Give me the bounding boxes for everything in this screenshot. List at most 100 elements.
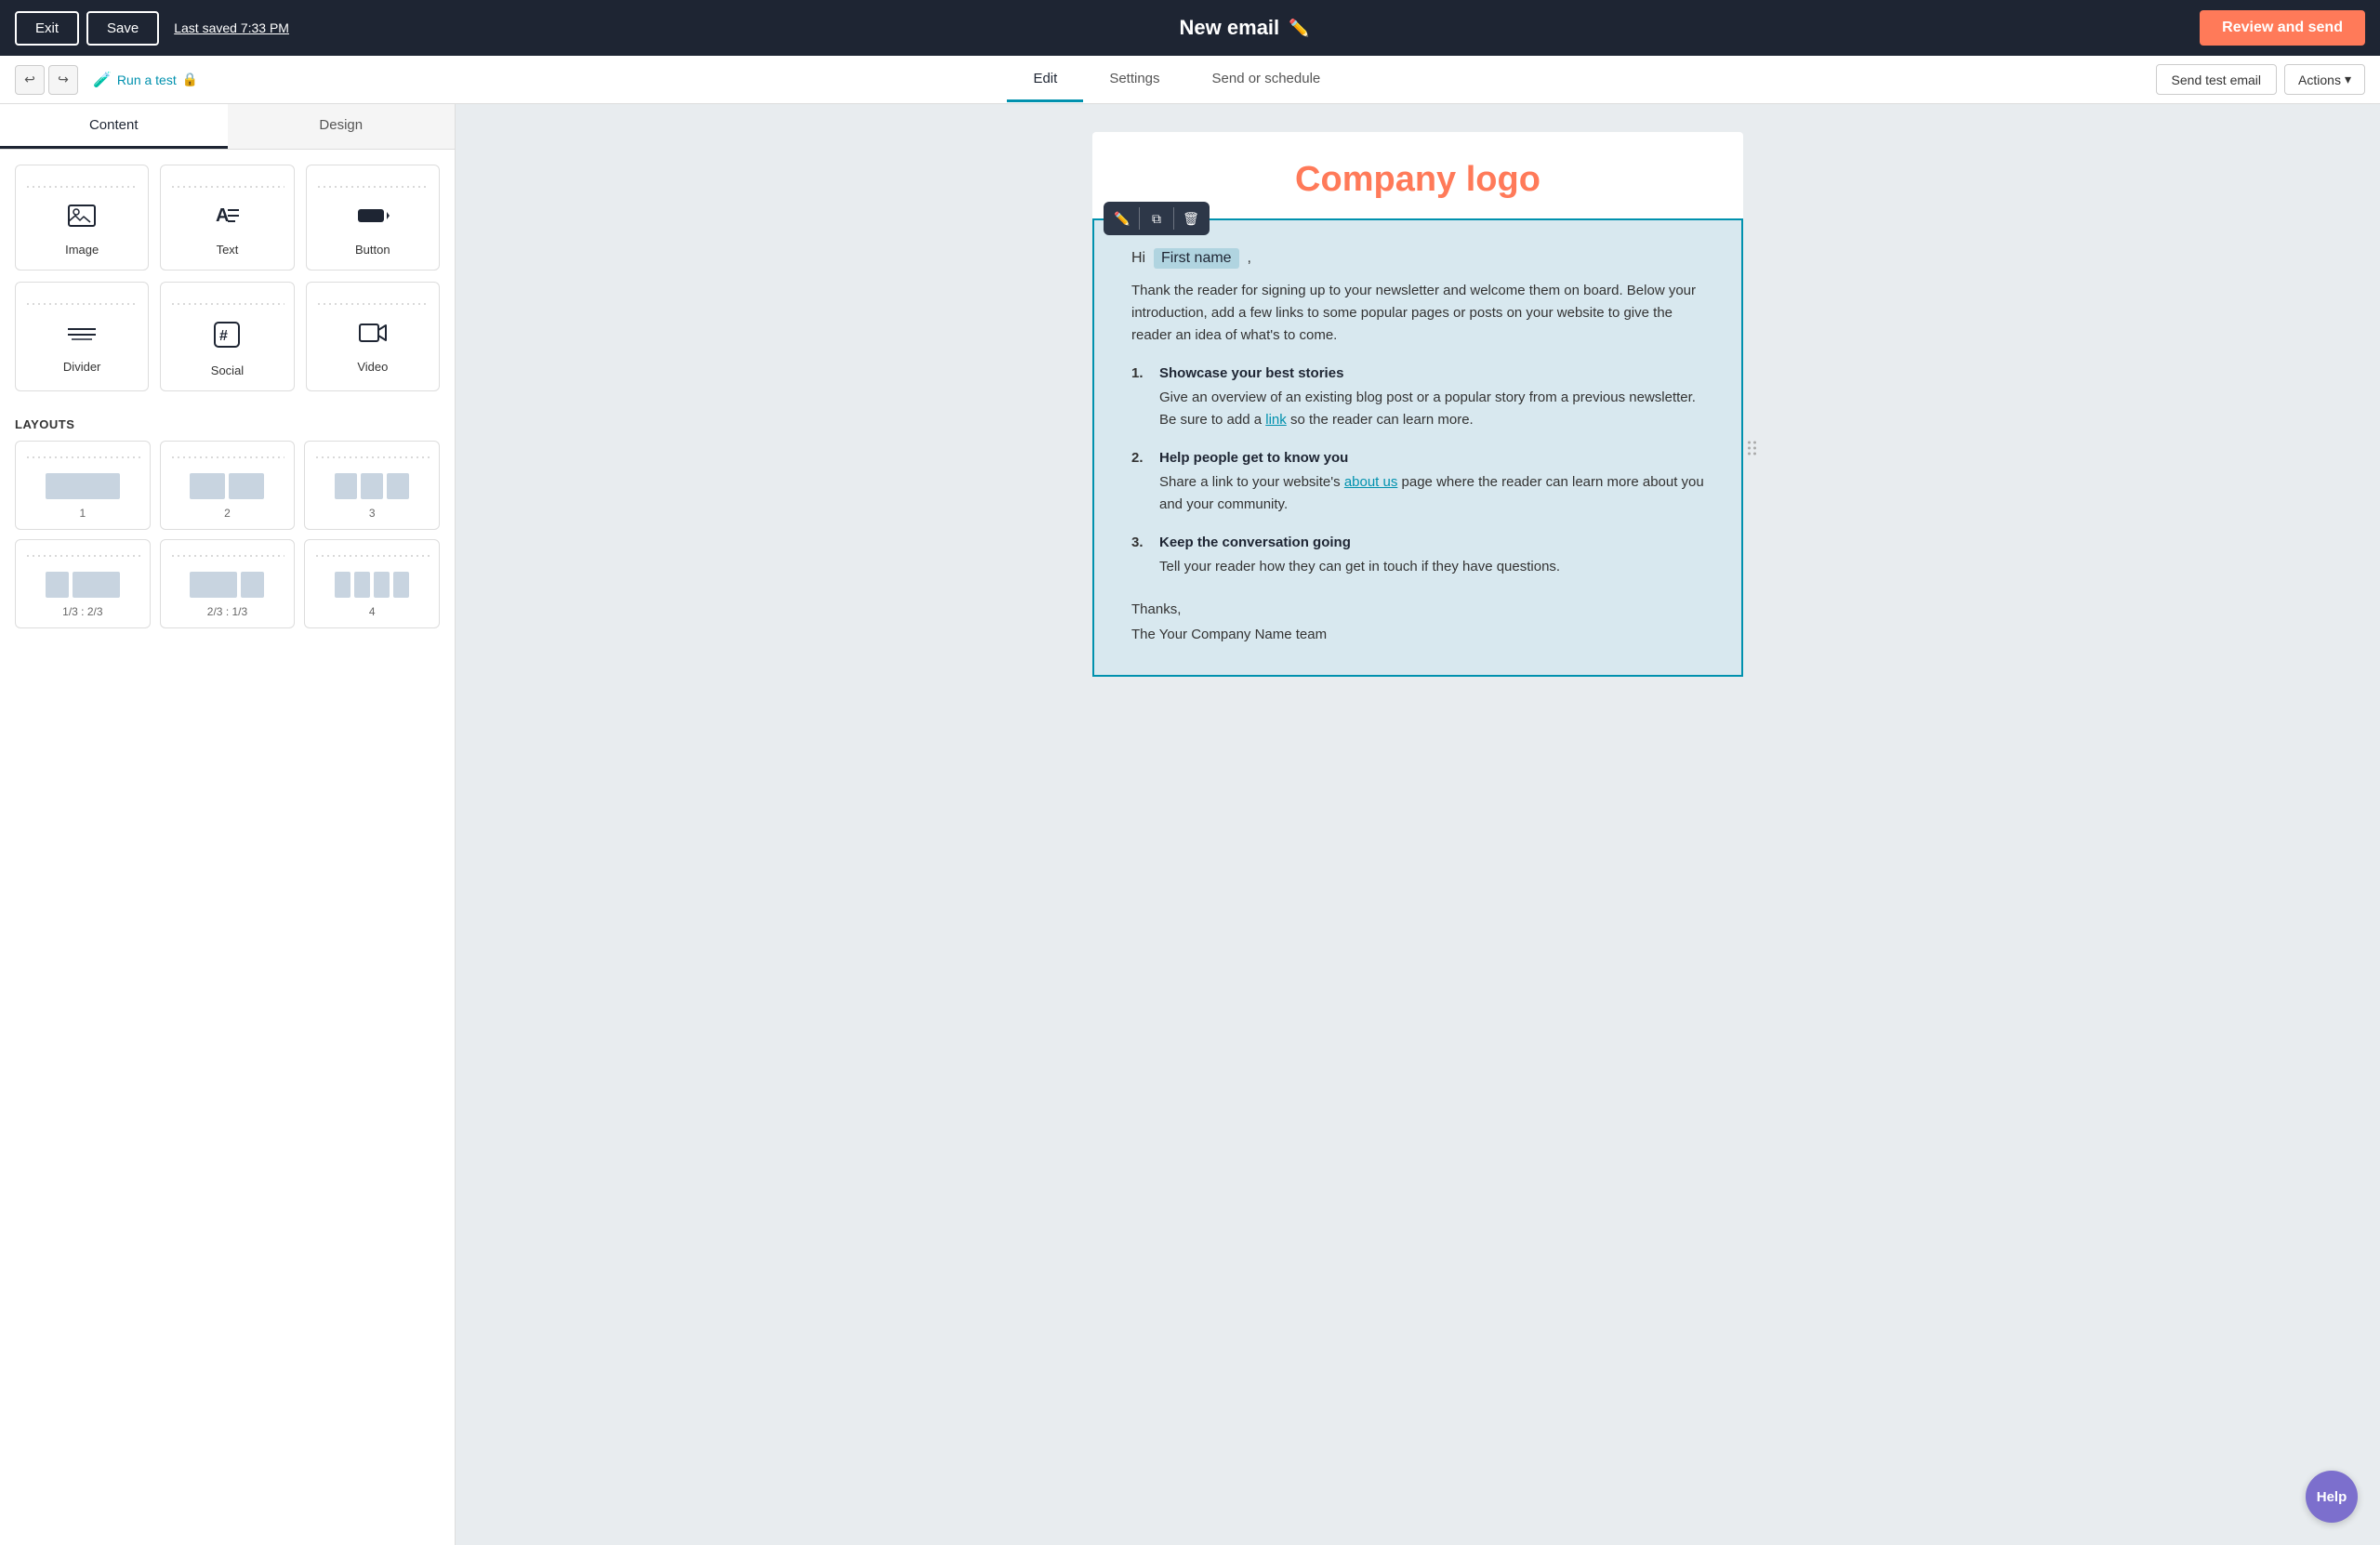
email-content-list: Showcase your best stories Give an overv… bbox=[1131, 365, 1704, 578]
secondary-nav-left: ↩ ↪ 🧪 Run a test 🔒 bbox=[15, 65, 198, 95]
layout-2-preview bbox=[190, 473, 264, 499]
layouts-title: LAYOUTS bbox=[15, 406, 440, 441]
block-social[interactable]: # Social bbox=[160, 282, 294, 391]
layout-1-preview bbox=[46, 473, 120, 499]
dotted-l4 bbox=[25, 553, 140, 561]
layout-1-3-2-3[interactable]: 1/3 : 2/3 bbox=[15, 539, 151, 628]
layout-3-label: 3 bbox=[369, 507, 376, 520]
layout-col bbox=[73, 572, 120, 598]
dotted-l5 bbox=[170, 553, 285, 561]
first-name-token: First name bbox=[1154, 248, 1239, 269]
list-item-2-link[interactable]: about us bbox=[1344, 474, 1398, 490]
help-button[interactable]: Help bbox=[2306, 1471, 2358, 1523]
drag-handle[interactable] bbox=[1744, 437, 1760, 458]
tab-send-schedule[interactable]: Send or schedule bbox=[1186, 58, 1347, 102]
send-test-email-button[interactable]: Send test email bbox=[2156, 64, 2278, 95]
layout-4-preview bbox=[335, 572, 409, 598]
layout-4-label: 4 bbox=[369, 605, 376, 618]
list-item-2: Help people get to know you Share a link… bbox=[1131, 450, 1704, 516]
layout-col bbox=[354, 572, 370, 598]
dotted-top-button bbox=[316, 184, 430, 191]
email-title: New email bbox=[1180, 16, 1280, 40]
dotted-top-divider bbox=[25, 301, 139, 309]
undo-button[interactable]: ↩ bbox=[15, 65, 45, 95]
email-wrapper: Company logo ✏️ ⧉ 🗑 bbox=[1092, 132, 1743, 1517]
layout-2-3-1-3[interactable]: 2/3 : 1/3 bbox=[160, 539, 296, 628]
run-test-label: Run a test bbox=[117, 73, 177, 87]
layout-col bbox=[361, 473, 383, 499]
nav-left: Exit Save Last saved 7:33 PM bbox=[15, 11, 289, 46]
dotted-l6 bbox=[314, 553, 430, 561]
main-layout: Content Design Image A Text bbox=[0, 104, 2380, 1545]
block-image-label: Image bbox=[65, 243, 99, 257]
text-icon: A bbox=[213, 205, 241, 233]
block-text-label: Text bbox=[217, 243, 239, 257]
redo-button[interactable]: ↪ bbox=[48, 65, 78, 95]
secondary-navigation: ↩ ↪ 🧪 Run a test 🔒 Edit Settings Send or… bbox=[0, 56, 2380, 104]
panel-tab-design[interactable]: Design bbox=[228, 104, 456, 149]
secondary-nav-right: Send test email Actions ▾ bbox=[2156, 64, 2365, 95]
block-toolbar: ✏️ ⧉ 🗑 bbox=[1104, 202, 1210, 235]
company-logo-text: Company logo bbox=[1111, 160, 1725, 200]
panel-tab-content[interactable]: Content bbox=[0, 104, 228, 149]
actions-button[interactable]: Actions ▾ bbox=[2284, 64, 2365, 95]
tab-edit[interactable]: Edit bbox=[1007, 58, 1083, 102]
copy-block-button[interactable]: ⧉ bbox=[1144, 205, 1170, 231]
edit-title-icon[interactable]: ✏️ bbox=[1289, 19, 1309, 38]
layout-3[interactable]: 3 bbox=[304, 441, 440, 530]
secondary-nav-tabs: Edit Settings Send or schedule bbox=[1007, 58, 1346, 102]
chevron-down-icon: ▾ bbox=[2345, 72, 2351, 87]
dotted-l2 bbox=[170, 455, 285, 462]
lock-icon: 🔒 bbox=[182, 72, 198, 87]
block-text[interactable]: A Text bbox=[160, 165, 294, 271]
list-item-1-title: Showcase your best stories bbox=[1159, 365, 1704, 381]
list-item-2-title: Help people get to know you bbox=[1159, 450, 1704, 466]
block-button[interactable]: Button bbox=[306, 165, 440, 271]
delete-block-button[interactable]: 🗑 bbox=[1178, 205, 1204, 231]
edit-block-button[interactable]: ✏️ bbox=[1109, 205, 1135, 231]
tab-settings[interactable]: Settings bbox=[1083, 58, 1185, 102]
nav-right: Review and send bbox=[2200, 10, 2365, 46]
left-panel: Content Design Image A Text bbox=[0, 104, 456, 1545]
dotted-top-social bbox=[170, 301, 284, 309]
email-intro-text: Thank the reader for signing up to your … bbox=[1131, 280, 1704, 347]
layout-col bbox=[46, 473, 120, 499]
layout-4[interactable]: 4 bbox=[304, 539, 440, 628]
flask-icon: 🧪 bbox=[93, 71, 112, 89]
layout-col bbox=[229, 473, 264, 499]
layout-col bbox=[46, 572, 69, 598]
save-button[interactable]: Save bbox=[86, 11, 159, 46]
list-item-1-body: Give an overview of an existing blog pos… bbox=[1159, 387, 1704, 431]
block-divider[interactable]: Divider bbox=[15, 282, 149, 391]
layout-2[interactable]: 2 bbox=[160, 441, 296, 530]
dotted-top-text bbox=[170, 184, 284, 191]
layout-2-3-1-3-label: 2/3 : 1/3 bbox=[207, 605, 247, 618]
block-video[interactable]: Video bbox=[306, 282, 440, 391]
run-test-button[interactable]: 🧪 Run a test 🔒 bbox=[93, 71, 198, 89]
review-send-button[interactable]: Review and send bbox=[2200, 10, 2365, 46]
email-footer: Thanks, The Your Company Name team bbox=[1131, 597, 1704, 647]
layout-2-3-1-3-preview bbox=[190, 572, 264, 598]
toolbar-divider bbox=[1139, 207, 1140, 230]
block-divider-label: Divider bbox=[63, 360, 100, 374]
layout-2-label: 2 bbox=[224, 507, 231, 520]
layout-1-3-2-3-preview bbox=[46, 572, 120, 598]
exit-button[interactable]: Exit bbox=[15, 11, 79, 46]
dotted-l1 bbox=[25, 455, 140, 462]
email-body-block[interactable]: ✏️ ⧉ 🗑 bbox=[1092, 218, 1743, 677]
dotted-l3 bbox=[314, 455, 430, 462]
svg-text:#: # bbox=[219, 328, 228, 344]
content-blocks-grid: Image A Text Button bbox=[0, 150, 455, 406]
block-image[interactable]: Image bbox=[15, 165, 149, 271]
layout-1-label: 1 bbox=[79, 507, 86, 520]
block-video-label: Video bbox=[357, 360, 388, 374]
list-item-2-body: Share a link to your website's about us … bbox=[1159, 471, 1704, 516]
undo-redo-controls: ↩ ↪ bbox=[15, 65, 78, 95]
last-saved-label[interactable]: Last saved 7:33 PM bbox=[174, 20, 289, 35]
layout-col bbox=[241, 572, 264, 598]
block-button-label: Button bbox=[355, 243, 390, 257]
email-greeting: Hi First name , bbox=[1131, 248, 1704, 269]
list-item-1-link[interactable]: link bbox=[1265, 412, 1287, 428]
layout-1[interactable]: 1 bbox=[15, 441, 151, 530]
toolbar-divider-2 bbox=[1173, 207, 1174, 230]
